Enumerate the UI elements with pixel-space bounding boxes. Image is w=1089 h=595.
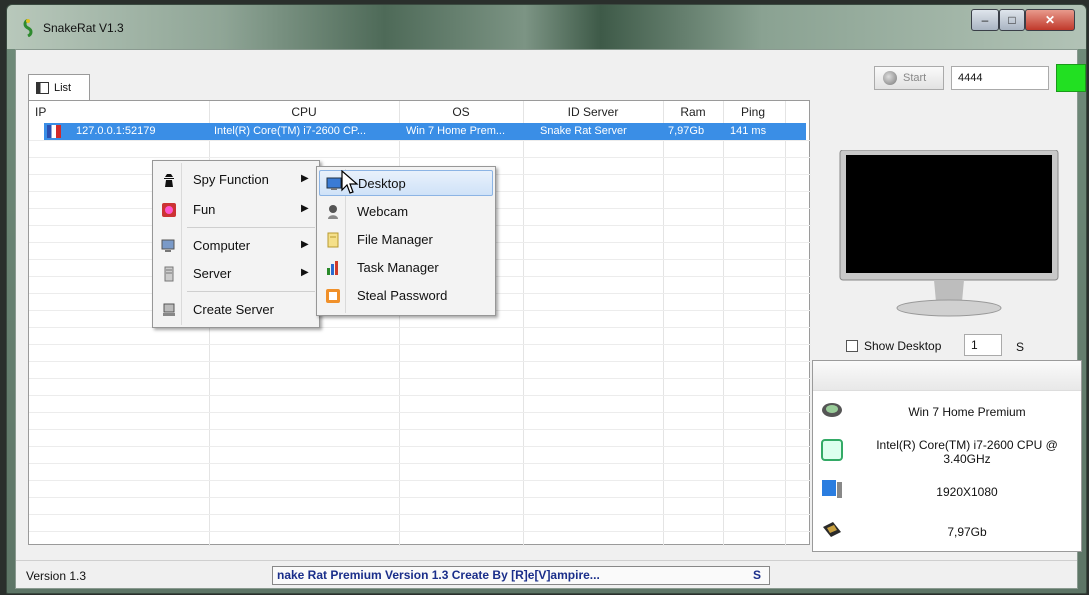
menu-item-task-manager[interactable]: Task Manager: [319, 255, 493, 281]
country-flag-icon: [47, 125, 61, 138]
menu-item-create-server[interactable]: Create Server: [155, 297, 317, 323]
cell-cpu: Intel(R) Core(TM) i7-2600 CP...: [214, 125, 367, 137]
display-icon: [822, 480, 842, 498]
cpu-icon: [821, 439, 843, 461]
window-title: SnakeRat V1.3: [43, 21, 124, 35]
menu-item-computer[interactable]: Computer ▶: [155, 233, 317, 259]
column-header-ram[interactable]: Ram: [663, 101, 723, 123]
close-button[interactable]: ✕: [1025, 9, 1075, 31]
context-menu: Spy Function ▶ Fun ▶ Computer ▶ Server ▶…: [152, 160, 320, 328]
info-header: [813, 361, 1081, 391]
cell-id-server: Snake Rat Server: [540, 125, 627, 137]
column-header-ping[interactable]: Ping: [723, 101, 783, 123]
menu-item-file-manager[interactable]: File Manager: [319, 227, 493, 253]
tab-label: List: [54, 81, 72, 94]
server-icon: [164, 266, 174, 282]
submenu-arrow-icon: ▶: [301, 203, 309, 214]
info-os: Win 7 Home Premium: [908, 405, 1026, 419]
marquee-banner: nake Rat Premium Version 1.3 Create By […: [272, 566, 770, 585]
version-label: Version 1.3: [26, 569, 87, 583]
marquee-tail: S: [753, 568, 762, 582]
info-resolution: 1920X1080: [936, 485, 998, 499]
menu-item-fun[interactable]: Fun ▶: [155, 197, 317, 223]
table-row[interactable]: 127.0.0.1:52179 Intel(R) Core(TM) i7-260…: [44, 123, 806, 140]
interval-input[interactable]: 1: [964, 334, 1002, 356]
menu-item-spy-function[interactable]: Spy Function ▶: [155, 167, 317, 193]
cell-ip: 127.0.0.1:52179: [76, 125, 156, 137]
file-manager-icon: [327, 232, 339, 248]
submenu-arrow-icon: ▶: [301, 173, 309, 184]
column-header-id-server[interactable]: ID Server: [523, 101, 663, 123]
minimize-button[interactable]: –: [971, 9, 999, 31]
menu-item-webcam[interactable]: Webcam: [319, 199, 493, 225]
menu-item-steal-password[interactable]: Steal Password: [319, 283, 493, 309]
interval-unit-label: S: [1016, 340, 1025, 354]
submenu-arrow-icon: ▶: [301, 239, 309, 250]
maximize-button[interactable]: □: [999, 9, 1025, 31]
os-icon: [822, 403, 842, 417]
title-bar[interactable]: SnakeRat V1.3 – □ ✕: [7, 5, 1086, 49]
show-desktop-label: Show Desktop: [864, 339, 942, 353]
show-desktop-checkbox[interactable]: [846, 340, 858, 352]
create-server-icon: [163, 303, 175, 316]
cell-ram: 7,97Gb: [668, 125, 705, 137]
menu-item-server[interactable]: Server ▶: [155, 261, 317, 287]
tab-list[interactable]: List: [28, 74, 90, 100]
ram-icon: [823, 522, 841, 537]
server-status-indicator: [1056, 64, 1086, 92]
info-cpu: Intel(R) Core(TM) i7-2600 CPU @ 3.40GHz: [876, 438, 1058, 466]
info-ram: 7,97Gb: [947, 525, 987, 539]
spy-icon: [164, 174, 174, 187]
start-label: Start: [903, 72, 927, 84]
task-manager-icon: [327, 261, 338, 275]
start-icon: [883, 71, 897, 85]
submenu-arrow-icon: ▶: [301, 267, 309, 278]
snake-app-icon: [23, 19, 33, 37]
status-bar: Version 1.3 nake Rat Premium Version 1.3…: [16, 560, 1077, 588]
info-row-cpu: Intel(R) Core(TM) i7-2600 CPU @ 3.40GHz: [813, 433, 1081, 471]
desktop-preview-monitor: [839, 150, 1059, 317]
system-info-panel: Win 7 Home Premium Intel(R) Core(TM) i7-…: [812, 360, 1082, 552]
column-header-os[interactable]: OS: [399, 101, 523, 123]
password-icon: [326, 289, 340, 303]
fun-icon: [162, 203, 176, 217]
info-row-ram: 7,97Gb: [813, 513, 1081, 551]
cell-os: Win 7 Home Prem...: [406, 125, 506, 137]
list-icon: [36, 81, 49, 94]
mouse-cursor-icon: [341, 170, 359, 194]
column-header-cpu[interactable]: CPU: [209, 101, 399, 123]
cell-ping: 141 ms: [730, 125, 767, 137]
port-input[interactable]: 4444: [951, 66, 1049, 90]
info-row-resolution: 1920X1080: [813, 473, 1081, 511]
marquee-text: nake Rat Premium Version 1.3 Create By […: [277, 568, 600, 582]
computer-icon: [161, 239, 175, 252]
info-row-os: Win 7 Home Premium: [813, 393, 1081, 431]
webcam-icon: [328, 205, 338, 219]
start-button[interactable]: Start: [874, 66, 944, 90]
column-header-ip[interactable]: IP: [31, 101, 211, 123]
port-value: 4444: [958, 72, 983, 84]
